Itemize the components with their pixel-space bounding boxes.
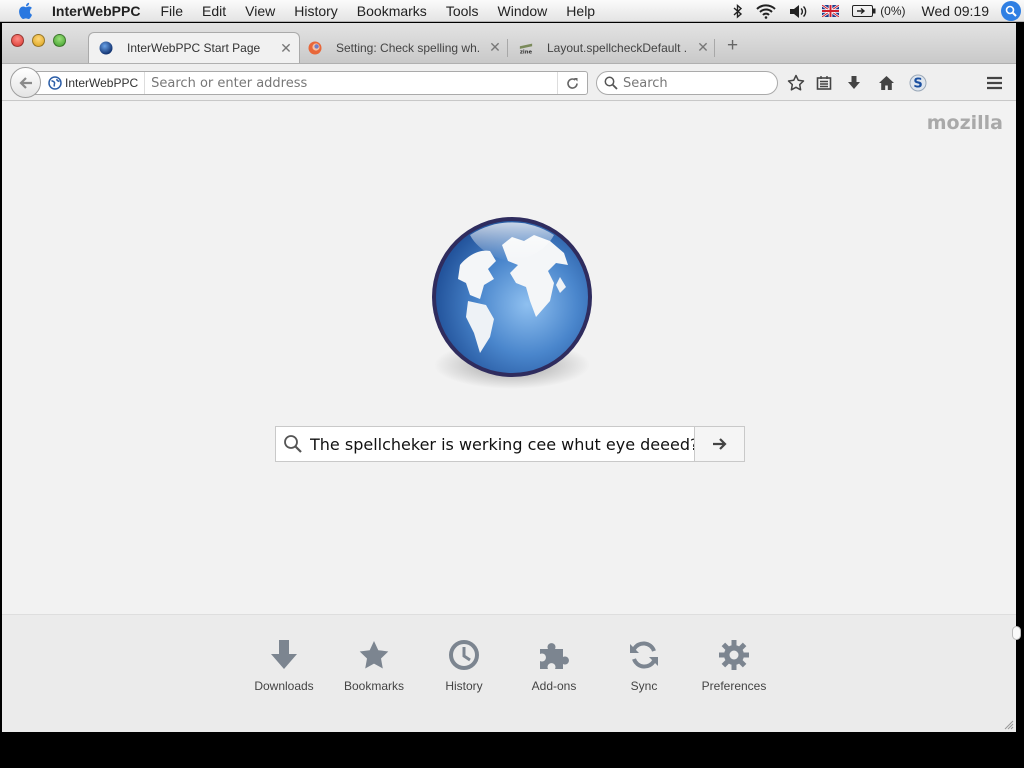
firefox-icon: [308, 41, 322, 55]
menu-edit[interactable]: Edit: [202, 3, 226, 19]
tab-setting-check-spelling[interactable]: Setting: Check spelling wh... ✕: [302, 32, 508, 63]
arrow-right-icon: [712, 438, 727, 450]
history-label: History: [445, 679, 483, 693]
battery-icon[interactable]: (0%): [852, 4, 906, 18]
window-zoom-button[interactable]: [53, 34, 66, 47]
menu-file[interactable]: File: [160, 3, 183, 19]
reload-icon[interactable]: [557, 72, 587, 94]
search-word: eye: [605, 434, 636, 454]
globe-icon: [48, 76, 62, 90]
wifi-icon[interactable]: [756, 3, 776, 19]
preferences-label: Preferences: [701, 679, 767, 693]
bookmarks-menu-icon[interactable]: [814, 73, 834, 93]
back-arrow-icon: [18, 76, 32, 89]
downloads-button[interactable]: Downloads: [239, 633, 329, 693]
menu-help[interactable]: Help: [566, 3, 595, 19]
tab-strip: InterWebPPC Start Page ✕ Setting: Check …: [2, 23, 1016, 63]
clock-icon: [448, 633, 480, 677]
apple-icon[interactable]: [18, 2, 38, 19]
tab-start-page[interactable]: InterWebPPC Start Page ✕: [88, 32, 300, 63]
window-close-button[interactable]: [11, 34, 24, 47]
star-icon: [358, 633, 390, 677]
gear-icon: [718, 633, 750, 677]
site-identity-button[interactable]: InterWebPPC: [36, 72, 146, 94]
start-search-box[interactable]: The spellcheker is werking cee whut eye …: [275, 426, 745, 462]
search-bar[interactable]: [596, 71, 778, 95]
start-search-input[interactable]: The spellcheker is werking cee whut eye …: [310, 434, 694, 454]
search-word: The: [310, 434, 340, 454]
volume-icon[interactable]: [789, 4, 809, 19]
navigation-toolbar: InterWebPPC S: [2, 63, 1016, 101]
svg-text:S: S: [913, 77, 922, 92]
sync-button[interactable]: Sync: [599, 633, 689, 693]
globe-icon: [99, 41, 113, 55]
tab-close-button[interactable]: ✕: [696, 39, 710, 56]
url-bar[interactable]: InterWebPPC: [35, 71, 588, 95]
search-word: is: [441, 434, 454, 454]
download-icon: [268, 633, 300, 677]
clock[interactable]: Wed 09:19: [922, 3, 989, 19]
bookmarks-label: Bookmarks: [343, 679, 405, 693]
bluetooth-icon[interactable]: [733, 3, 743, 19]
svg-text:zine: zine: [520, 49, 533, 55]
tab-label: Setting: Check spelling wh...: [336, 40, 480, 55]
menu-window[interactable]: Window: [498, 3, 548, 19]
scroll-handle[interactable]: [1012, 626, 1021, 640]
globe-logo-icon: [432, 217, 592, 389]
misspelled-word[interactable]: werking: [458, 434, 523, 454]
misspelled-word[interactable]: whut: [561, 434, 601, 454]
resize-grip-icon[interactable]: [1003, 719, 1014, 730]
site-identity-label: InterWebPPC: [65, 76, 139, 90]
status-menus: (0%) Wed 09:19: [720, 0, 1024, 22]
zine-icon: zine: [519, 41, 533, 55]
tab-close-button[interactable]: ✕: [488, 39, 502, 56]
hamburger-menu-icon[interactable]: [984, 73, 1004, 93]
preferences-button[interactable]: Preferences: [689, 633, 779, 693]
misspelled-word[interactable]: cee: [527, 434, 557, 454]
search-go-button[interactable]: [694, 427, 744, 461]
menu-history[interactable]: History: [294, 3, 338, 19]
menu-tools[interactable]: Tools: [446, 3, 479, 19]
search-icon: [276, 434, 310, 454]
address-input[interactable]: [151, 75, 557, 91]
addons-label: Add-ons: [531, 679, 577, 693]
tab-layout-spellcheck-default[interactable]: zine Layout.spellcheckDefault ... ✕: [515, 32, 716, 63]
sync-s-icon[interactable]: S: [908, 73, 928, 93]
window-minimize-button[interactable]: [32, 34, 45, 47]
tab-label: InterWebPPC Start Page: [127, 41, 261, 55]
menu-view[interactable]: View: [245, 3, 275, 19]
sync-label: Sync: [630, 679, 658, 693]
start-page: mozilla The spellcheker is werking cee w…: [2, 102, 1016, 732]
browser-window: InterWebPPC Start Page ✕ Setting: Check …: [2, 23, 1016, 732]
history-button[interactable]: History: [419, 633, 509, 693]
puzzle-icon: [537, 633, 571, 677]
mozilla-logo: mozilla: [926, 112, 1003, 134]
sync-icon: [628, 633, 660, 677]
search-icon: [604, 76, 618, 90]
bookmark-star-icon[interactable]: [786, 73, 806, 93]
downloads-label: Downloads: [254, 679, 314, 693]
battery-percent: (0%): [880, 4, 906, 18]
menu-bookmarks[interactable]: Bookmarks: [357, 3, 427, 19]
tab-close-button[interactable]: ✕: [279, 40, 293, 57]
tab-label: Layout.spellcheckDefault ...: [547, 40, 688, 55]
downloads-icon[interactable]: [844, 73, 864, 93]
home-icon[interactable]: [876, 73, 896, 93]
misspelled-word[interactable]: deeed?: [640, 434, 694, 454]
new-tab-button[interactable]: +: [727, 35, 738, 57]
misspelled-word[interactable]: spellcheker: [344, 434, 436, 454]
spotlight-icon[interactable]: [1001, 1, 1021, 21]
search-input[interactable]: [623, 75, 763, 91]
app-menu[interactable]: InterWebPPC: [52, 3, 140, 19]
launcher-bar: Downloads Bookmarks History Add-ons Sync…: [2, 614, 1016, 732]
back-button[interactable]: [10, 67, 41, 98]
uk-flag-icon[interactable]: [822, 5, 840, 17]
menu-bar: InterWebPPC File Edit View History Bookm…: [0, 0, 1024, 22]
addons-button[interactable]: Add-ons: [509, 633, 599, 693]
bookmarks-button[interactable]: Bookmarks: [329, 633, 419, 693]
